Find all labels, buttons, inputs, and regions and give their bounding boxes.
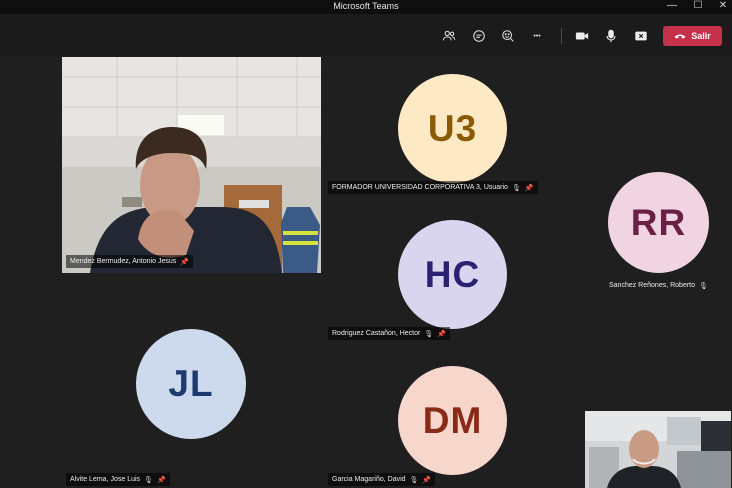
chat-icon (473, 30, 485, 42)
pin-icon: 📌 (524, 184, 534, 192)
participant-name: Alvite Lema, Jose Luis (70, 476, 141, 483)
leave-label: Salir (691, 31, 711, 41)
participant-avatar[interactable]: RR (608, 172, 709, 273)
more-button[interactable]: ••• (528, 27, 546, 45)
participant-avatar[interactable]: HC (398, 220, 507, 329)
mic-off-icon: 🎙 (409, 476, 419, 484)
pin-icon: 📌 (422, 476, 432, 484)
reactions-icon (502, 30, 514, 42)
participant-video-feed (62, 57, 321, 273)
people-icon (442, 30, 456, 41)
participant-name: Garcia Magariño, David (332, 476, 406, 483)
participant-avatar[interactable]: DM (398, 366, 507, 475)
close-window-button[interactable]: ✕ (711, 0, 732, 12)
title-bar: Microsoft Teams — ☐ ✕ (0, 0, 732, 14)
pin-icon: 📌 (180, 258, 189, 266)
participant-name-tag: Sanchez Reñones, Roberto 🎙 (605, 279, 712, 292)
participant-name-tag: Alvite Lema, Jose Luis 🎙 📌 (66, 473, 170, 486)
participant-name-tag: Garcia Magariño, David 🎙 📌 (328, 473, 436, 486)
self-video-feed (585, 411, 731, 488)
meeting-stage: Mendez Bermudez, Antonio Jesus 📌 U3 FORM… (0, 56, 732, 488)
mic-icon (606, 29, 616, 43)
participant-name-tag: Rodriguez Castañon, Hector 🎙 📌 (328, 327, 450, 340)
mic-off-icon: 🎙 (511, 184, 521, 192)
mic-off-icon: 🎙 (424, 330, 434, 338)
leave-button[interactable]: Salir (663, 26, 722, 46)
share-icon (635, 31, 647, 41)
participant-name: Mendez Bermudez, Antonio Jesus (70, 258, 177, 265)
app-title: Microsoft Teams (333, 1, 399, 11)
camera-icon (575, 32, 589, 40)
toolbar-divider (561, 28, 562, 44)
participant-name: FORMADOR UNIVERSIDAD CORPORATIVA 3, Usua… (332, 184, 508, 191)
participant-avatar[interactable]: JL (136, 329, 246, 439)
meeting-toolbar: ••• Salir (0, 14, 732, 56)
participant-avatar[interactable]: U3 (398, 74, 507, 183)
participant-video-tile[interactable]: Mendez Bermudez, Antonio Jesus 📌 (62, 57, 321, 273)
phone-hangup-icon (674, 34, 686, 39)
pin-icon: 📌 (437, 330, 446, 338)
maximize-button[interactable]: ☐ (686, 0, 710, 12)
minimize-button[interactable]: — (660, 0, 684, 12)
participant-name: Sanchez Reñones, Roberto (609, 282, 695, 289)
mic-button[interactable] (602, 27, 620, 45)
share-screen-button[interactable] (632, 27, 650, 45)
mic-off-icon: 🎙 (144, 476, 153, 484)
camera-button[interactable] (573, 27, 591, 45)
pin-icon: 📌 (156, 476, 166, 484)
chat-button[interactable] (470, 27, 488, 45)
participant-name: Rodriguez Castañon, Hector (332, 330, 421, 337)
participants-button[interactable] (440, 27, 458, 45)
mic-off-icon: 🎙 (699, 282, 708, 290)
participant-name-tag: FORMADOR UNIVERSIDAD CORPORATIVA 3, Usua… (328, 181, 538, 194)
self-view-video[interactable] (585, 411, 731, 488)
participant-name-tag: Mendez Bermudez, Antonio Jesus 📌 (66, 255, 193, 268)
reactions-button[interactable] (499, 27, 517, 45)
